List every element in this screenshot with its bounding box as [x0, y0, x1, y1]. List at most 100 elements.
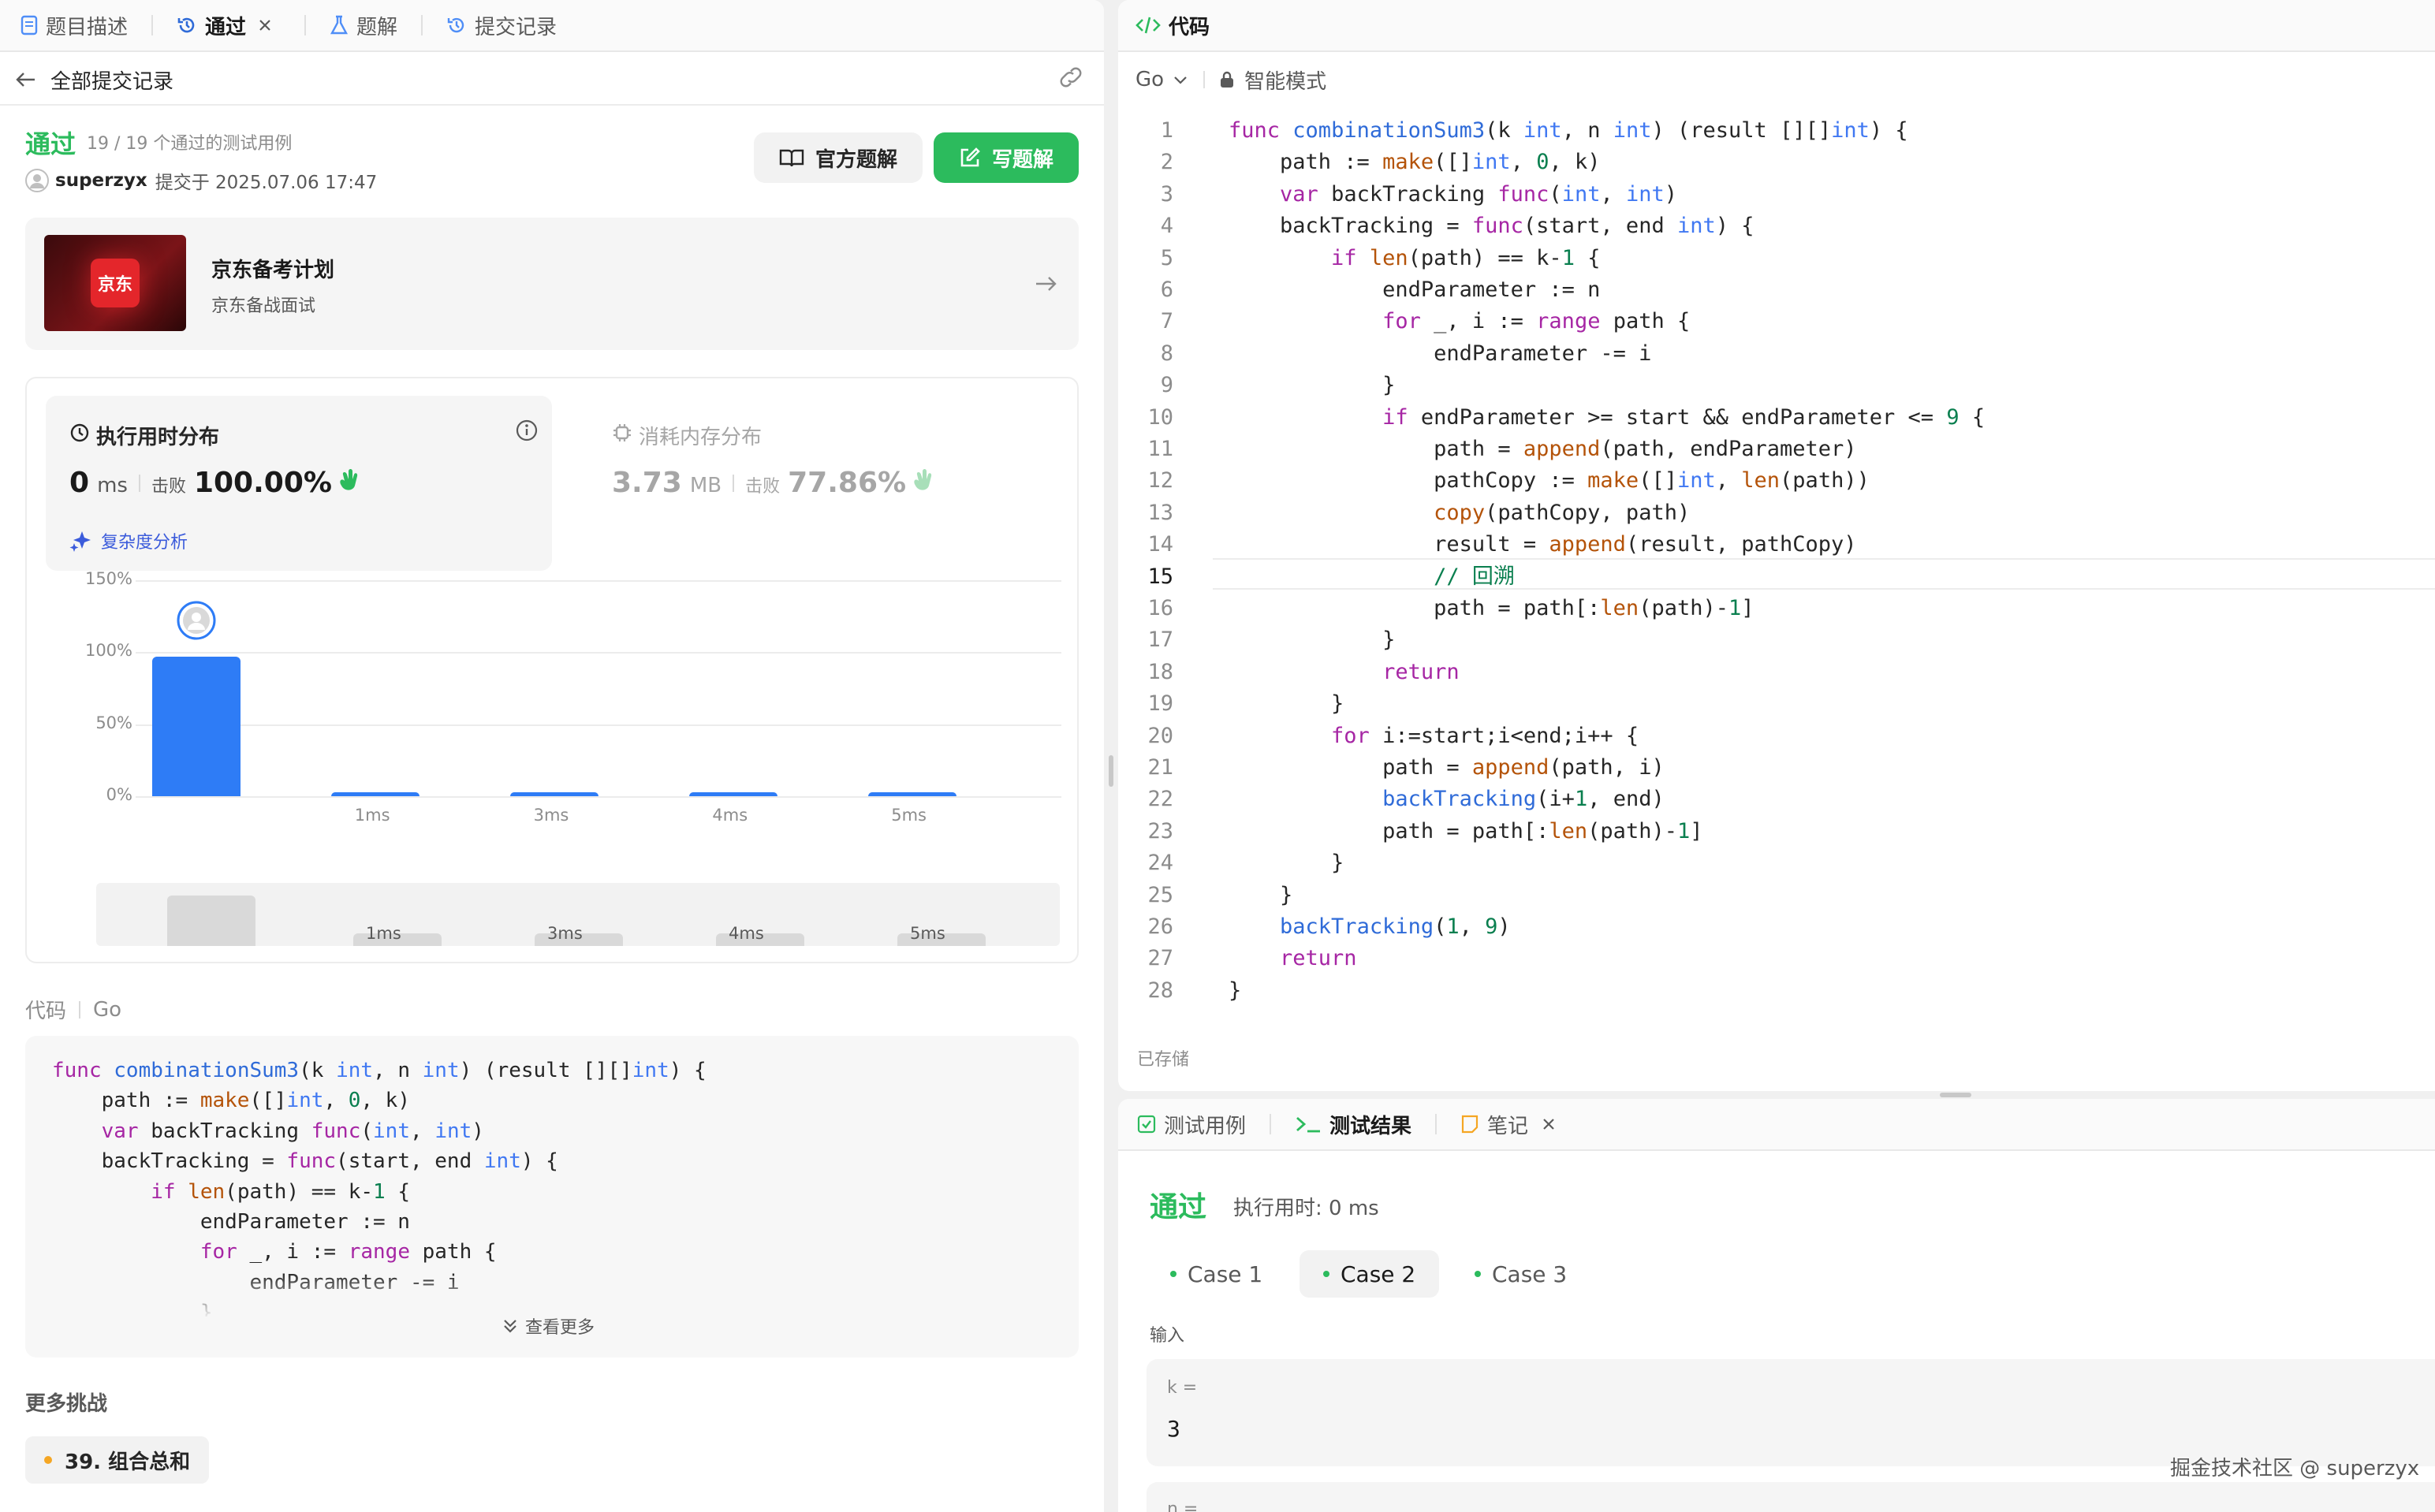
challenge-chip[interactable]: 39. 组合总和 — [25, 1436, 210, 1484]
code-line[interactable]: 19 } — [1118, 688, 2435, 720]
arrow-right-icon[interactable] — [1035, 274, 1058, 293]
arrow-left-icon[interactable] — [14, 70, 36, 89]
runtime-chart: 150% 100% 50% 0% 1ms 3ms 4ms 5ms — [27, 569, 1080, 836]
vertical-divider — [79, 1000, 81, 1019]
tab-solutions[interactable]: 题解 — [330, 0, 397, 51]
case-tab-3[interactable]: Case 3 — [1451, 1250, 1590, 1298]
close-icon[interactable] — [1541, 1116, 1557, 1132]
code-line[interactable]: 3 var backTracking func(int, int) — [1118, 179, 2435, 210]
code-line[interactable]: 28} — [1118, 975, 2435, 1007]
promo-logo: 京东 — [44, 235, 186, 331]
code-line[interactable]: 13 copy(pathCopy, path) — [1118, 497, 2435, 529]
username[interactable]: superzyx — [55, 170, 147, 191]
y-tick-label: 150% — [84, 569, 132, 588]
show-more-button[interactable]: 查看更多 — [502, 1313, 595, 1339]
code-line[interactable]: 11 path = append(path, endParameter) — [1118, 434, 2435, 465]
write-solution-button[interactable]: 写题解 — [934, 132, 1079, 183]
code-line[interactable]: 5 if len(path) == k-1 { — [1118, 243, 2435, 274]
runtime-unit: ms — [97, 474, 128, 497]
code-label: 代码 — [25, 1000, 67, 1023]
code-line[interactable]: 14 result = append(result, pathCopy) — [1118, 529, 2435, 560]
language-value: Go — [1135, 68, 1165, 91]
saved-status: 已存储 — [1137, 1050, 1190, 1070]
runtime-card[interactable]: 执行用时分布 0 ms 击败 100.00% 复杂度分析 — [46, 396, 552, 571]
line-text: copy(pathCopy, path) — [1434, 500, 1691, 525]
line-text: } — [1229, 691, 1344, 717]
code-line[interactable]: 17 } — [1118, 624, 2435, 656]
runtime-value-row: 0 ms 击败 100.00% — [69, 467, 364, 499]
code-line[interactable]: 6 endParameter := n — [1118, 274, 2435, 306]
navigator-handle[interactable] — [167, 896, 255, 946]
code-line[interactable]: 21 path = append(path, i) — [1118, 752, 2435, 784]
vertical-resize-handle[interactable] — [1109, 755, 1113, 787]
info-icon[interactable] — [516, 419, 538, 441]
tab-code[interactable]: 代码 — [1135, 0, 1210, 51]
chart-bar[interactable] — [510, 791, 598, 796]
navigator-tick-label: 4ms — [729, 924, 764, 943]
code-line[interactable]: 4 backTracking = func(start, end int) { — [1118, 210, 2435, 242]
code-line[interactable]: 24 } — [1118, 847, 2435, 879]
code-line[interactable]: 15 // 回溯 — [1118, 561, 2435, 593]
tab-notes[interactable]: 笔记 — [1460, 1099, 1564, 1150]
link-icon[interactable] — [1057, 66, 1085, 88]
tab-description[interactable]: 题目描述 — [21, 0, 128, 51]
chart-bar[interactable] — [331, 791, 420, 796]
code-line[interactable]: 12 pathCopy := make([]int, len(path)) — [1118, 465, 2435, 497]
memory-card[interactable]: 消耗内存分布 3.73 MB 击败 77.86% — [588, 396, 1061, 571]
language-select[interactable]: Go — [1135, 68, 1189, 91]
horizontal-resize-handle[interactable] — [1940, 1093, 1971, 1097]
more-challenges-label: 更多挑战 — [25, 1392, 108, 1416]
tab-accepted[interactable]: 通过 — [177, 0, 281, 51]
line-number: 1 — [1160, 118, 1173, 143]
back-label[interactable]: 全部提交记录 — [50, 65, 173, 95]
terminal-icon — [1296, 1116, 1321, 1133]
code-line[interactable]: 7 for _, i := range path { — [1118, 306, 2435, 337]
code-line[interactable]: 16 path = path[:len(path)-1] — [1118, 593, 2435, 624]
tab-test-result[interactable]: 测试结果 — [1295, 1099, 1411, 1150]
code-line[interactable]: 9 } — [1118, 370, 2435, 401]
code-line[interactable]: 22 backTracking(i+1, end) — [1118, 784, 2435, 815]
chart-navigator[interactable]: 1ms 3ms 4ms 5ms — [96, 883, 1060, 946]
code-line[interactable]: 20 for i:=start;i<end;i++ { — [1118, 721, 2435, 752]
line-number: 2 — [1160, 150, 1173, 175]
code-line[interactable]: 18 return — [1118, 657, 2435, 688]
code-line[interactable]: 26 backTracking(1, 9) — [1118, 911, 2435, 943]
line-number: 23 — [1147, 818, 1173, 844]
case-tab-2[interactable]: Case 2 — [1300, 1250, 1440, 1298]
code-line[interactable]: 2 path := make([]int, 0, k) — [1118, 147, 2435, 178]
case-tab-1[interactable]: Case 1 — [1147, 1250, 1286, 1298]
code-editor[interactable]: 1 func combinationSum3(k int, n int) (res… — [1118, 115, 2435, 1014]
code-line[interactable]: 8 endParameter -= i — [1118, 338, 2435, 370]
chart-bar[interactable] — [867, 791, 956, 796]
x-tick-label: 4ms — [712, 806, 748, 825]
code-line[interactable]: 25 } — [1118, 880, 2435, 911]
complexity-link[interactable]: 复杂度分析 — [69, 528, 188, 553]
official-solution-button[interactable]: 官方题解 — [754, 132, 923, 183]
line-number: 6 — [1160, 277, 1173, 302]
smart-mode-toggle[interactable]: 智能模式 — [1219, 65, 1326, 95]
line-text: endParameter := n — [1229, 277, 1601, 302]
line-text: endParameter -= i — [1229, 341, 1652, 366]
line-text: // 回溯 — [1434, 564, 1515, 589]
line-number: 27 — [1147, 946, 1173, 971]
promo-logo-text: 京东 — [97, 275, 132, 295]
divider — [0, 104, 1104, 106]
case-3-label: Case 3 — [1492, 1261, 1568, 1287]
close-icon[interactable] — [257, 17, 273, 33]
promo-card[interactable]: 京东 京东备考计划 京东备战面试 — [25, 218, 1079, 350]
code-line[interactable]: 10 if endParameter >= start && endParame… — [1118, 402, 2435, 434]
line-text: } — [1229, 373, 1396, 398]
line-number: 7 — [1160, 309, 1173, 334]
pass-dot — [1323, 1271, 1329, 1277]
code-line[interactable]: 1 func combinationSum3(k int, n int) (res… — [1118, 115, 2435, 147]
tab-code-label: 代码 — [1169, 15, 1210, 39]
code-line[interactable]: 23 path = path[:len(path)-1] — [1118, 816, 2435, 847]
preview-line: endParameter := n — [52, 1210, 410, 1234]
code-line[interactable]: 27 return — [1118, 943, 2435, 974]
chart-bar[interactable] — [688, 791, 777, 796]
chart-bar[interactable] — [152, 656, 241, 796]
back-row[interactable]: 全部提交记录 — [14, 55, 173, 104]
flask-icon — [330, 15, 349, 35]
tab-testcases[interactable]: 测试用例 — [1137, 1099, 1246, 1150]
tab-submissions[interactable]: 提交记录 — [446, 0, 557, 51]
